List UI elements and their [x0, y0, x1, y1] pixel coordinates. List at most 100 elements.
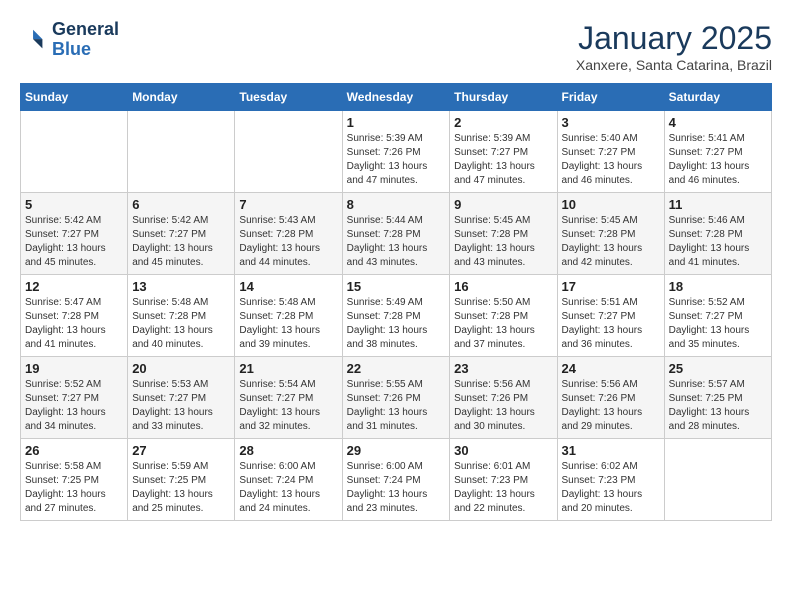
day-info: Sunrise: 5:55 AM Sunset: 7:26 PM Dayligh… [347, 378, 446, 434]
day-number: 1 [347, 115, 446, 130]
day-number: 21 [239, 361, 337, 376]
calendar-cell: 5Sunrise: 5:42 AM Sunset: 7:27 PM Daylig… [21, 193, 128, 275]
day-number: 31 [562, 443, 660, 458]
day-number: 16 [454, 279, 552, 294]
calendar-cell: 12 Sunrise: 5:47 AM Sunset: 7:28 PM Dayli… [21, 275, 128, 357]
weekday-header-sunday: Sunday [21, 84, 128, 111]
day-info: Sunrise: 5:54 AM Sunset: 7:27 PM Dayligh… [239, 378, 337, 434]
day-info: Sunrise: 5:52 AM Sunset: 7:27 PM Dayligh… [669, 296, 767, 352]
calendar-cell: 23Sunrise: 5:56 AM Sunset: 7:26 PM Dayli… [450, 357, 557, 439]
calendar-cell: 14 Sunrise: 5:48 AM Sunset: 7:28 PM Dayli… [235, 275, 342, 357]
day-number: 23 [454, 361, 552, 376]
calendar-week-row: 1Sunrise: 5:39 AM Sunset: 7:26 PM Daylig… [21, 111, 772, 193]
calendar-cell: 16 Sunrise: 5:50 AM Sunset: 7:28 PM Dayli… [450, 275, 557, 357]
day-number: 3 [562, 115, 660, 130]
day-info: Sunrise: 5:56 AM Sunset: 7:26 PM Dayligh… [562, 378, 660, 434]
day-number: 9 [454, 197, 552, 212]
calendar-cell: 30 Sunrise: 6:01 AM Sunset: 7:23 PM Dayli… [450, 439, 557, 521]
day-number: 11 [669, 197, 767, 212]
day-info: Sunrise: 5:57 AM Sunset: 7:25 PM Dayligh… [669, 378, 767, 434]
day-info: Sunrise: 5:48 AM Sunset: 7:28 PM Dayligh… [239, 296, 337, 352]
day-number: 24 [562, 361, 660, 376]
calendar-cell: 6 Sunrise: 5:42 AM Sunset: 7:27 PM Daylig… [128, 193, 235, 275]
calendar-cell: 22 Sunrise: 5:55 AM Sunset: 7:26 PM Dayli… [342, 357, 450, 439]
day-info: Sunrise: 5:45 AM Sunset: 7:28 PM Dayligh… [562, 214, 660, 270]
day-number: 12 [25, 279, 123, 294]
day-info: Sunrise: 5:59 AM Sunset: 7:25 PM Dayligh… [132, 460, 230, 516]
calendar-cell: 31Sunrise: 6:02 AM Sunset: 7:23 PM Dayli… [557, 439, 664, 521]
day-number: 30 [454, 443, 552, 458]
calendar-cell: 18 Sunrise: 5:52 AM Sunset: 7:27 PM Dayli… [664, 275, 771, 357]
day-info: Sunrise: 5:52 AM Sunset: 7:27 PM Dayligh… [25, 378, 123, 434]
weekday-header-thursday: Thursday [450, 84, 557, 111]
calendar-cell: 1Sunrise: 5:39 AM Sunset: 7:26 PM Daylig… [342, 111, 450, 193]
calendar-cell: 19 Sunrise: 5:52 AM Sunset: 7:27 PM Dayli… [21, 357, 128, 439]
weekday-header-wednesday: Wednesday [342, 84, 450, 111]
calendar-week-row: 26 Sunrise: 5:58 AM Sunset: 7:25 PM Dayli… [21, 439, 772, 521]
day-info: Sunrise: 5:43 AM Sunset: 7:28 PM Dayligh… [239, 214, 337, 270]
day-number: 18 [669, 279, 767, 294]
calendar-cell: 3 Sunrise: 5:40 AM Sunset: 7:27 PM Daylig… [557, 111, 664, 193]
day-info: Sunrise: 5:42 AM Sunset: 7:27 PM Dayligh… [132, 214, 230, 270]
day-number: 20 [132, 361, 230, 376]
calendar-cell: 10 Sunrise: 5:45 AM Sunset: 7:28 PM Dayli… [557, 193, 664, 275]
logo-icon [20, 26, 48, 54]
calendar-cell: 13 Sunrise: 5:48 AM Sunset: 7:28 PM Dayli… [128, 275, 235, 357]
day-number: 28 [239, 443, 337, 458]
day-number: 7 [239, 197, 337, 212]
calendar-cell: 26 Sunrise: 5:58 AM Sunset: 7:25 PM Dayli… [21, 439, 128, 521]
day-number: 8 [347, 197, 446, 212]
calendar-cell: 11Sunrise: 5:46 AM Sunset: 7:28 PM Dayli… [664, 193, 771, 275]
calendar-cell: 20 Sunrise: 5:53 AM Sunset: 7:27 PM Dayli… [128, 357, 235, 439]
logo: General Blue [20, 20, 119, 60]
calendar-cell: 17 Sunrise: 5:51 AM Sunset: 7:27 PM Dayli… [557, 275, 664, 357]
calendar-cell: 9Sunrise: 5:45 AM Sunset: 7:28 PM Daylig… [450, 193, 557, 275]
weekday-header-saturday: Saturday [664, 84, 771, 111]
calendar-week-row: 19 Sunrise: 5:52 AM Sunset: 7:27 PM Dayli… [21, 357, 772, 439]
calendar-cell: 24 Sunrise: 5:56 AM Sunset: 7:26 PM Dayli… [557, 357, 664, 439]
calendar-cell: 2 Sunrise: 5:39 AM Sunset: 7:27 PM Daylig… [450, 111, 557, 193]
day-number: 17 [562, 279, 660, 294]
day-info: Sunrise: 5:44 AM Sunset: 7:28 PM Dayligh… [347, 214, 446, 270]
calendar-cell [21, 111, 128, 193]
day-info: Sunrise: 5:49 AM Sunset: 7:28 PM Dayligh… [347, 296, 446, 352]
day-info: Sunrise: 6:00 AM Sunset: 7:24 PM Dayligh… [239, 460, 337, 516]
day-info: Sunrise: 6:01 AM Sunset: 7:23 PM Dayligh… [454, 460, 552, 516]
day-info: Sunrise: 5:50 AM Sunset: 7:28 PM Dayligh… [454, 296, 552, 352]
day-info: Sunrise: 5:47 AM Sunset: 7:28 PM Dayligh… [25, 296, 123, 352]
day-number: 29 [347, 443, 446, 458]
day-number: 10 [562, 197, 660, 212]
day-info: Sunrise: 5:53 AM Sunset: 7:27 PM Dayligh… [132, 378, 230, 434]
calendar-cell: 15 Sunrise: 5:49 AM Sunset: 7:28 PM Dayli… [342, 275, 450, 357]
day-number: 25 [669, 361, 767, 376]
calendar-cell: 27 Sunrise: 5:59 AM Sunset: 7:25 PM Dayli… [128, 439, 235, 521]
calendar-cell: 21 Sunrise: 5:54 AM Sunset: 7:27 PM Dayli… [235, 357, 342, 439]
weekday-header-row: SundayMondayTuesdayWednesdayThursdayFrid… [21, 84, 772, 111]
day-number: 6 [132, 197, 230, 212]
calendar-cell [235, 111, 342, 193]
calendar-cell: 25 Sunrise: 5:57 AM Sunset: 7:25 PM Dayli… [664, 357, 771, 439]
calendar-week-row: 5Sunrise: 5:42 AM Sunset: 7:27 PM Daylig… [21, 193, 772, 275]
day-info: Sunrise: 5:40 AM Sunset: 7:27 PM Dayligh… [562, 132, 660, 188]
day-info: Sunrise: 6:00 AM Sunset: 7:24 PM Dayligh… [347, 460, 446, 516]
calendar-table: SundayMondayTuesdayWednesdayThursdayFrid… [20, 83, 772, 521]
calendar-cell [128, 111, 235, 193]
page-header: General Blue January 2025 Xanxere, Santa… [20, 20, 772, 73]
day-info: Sunrise: 5:51 AM Sunset: 7:27 PM Dayligh… [562, 296, 660, 352]
day-number: 14 [239, 279, 337, 294]
day-number: 27 [132, 443, 230, 458]
day-number: 13 [132, 279, 230, 294]
day-info: Sunrise: 5:42 AM Sunset: 7:27 PM Dayligh… [25, 214, 123, 270]
day-number: 2 [454, 115, 552, 130]
calendar-cell: 28 Sunrise: 6:00 AM Sunset: 7:24 PM Dayli… [235, 439, 342, 521]
day-number: 22 [347, 361, 446, 376]
weekday-header-tuesday: Tuesday [235, 84, 342, 111]
day-info: Sunrise: 5:58 AM Sunset: 7:25 PM Dayligh… [25, 460, 123, 516]
day-info: Sunrise: 5:39 AM Sunset: 7:27 PM Dayligh… [454, 132, 552, 188]
logo-text: General Blue [52, 20, 119, 60]
day-number: 19 [25, 361, 123, 376]
day-info: Sunrise: 5:48 AM Sunset: 7:28 PM Dayligh… [132, 296, 230, 352]
day-number: 15 [347, 279, 446, 294]
weekday-header-monday: Monday [128, 84, 235, 111]
day-number: 26 [25, 443, 123, 458]
